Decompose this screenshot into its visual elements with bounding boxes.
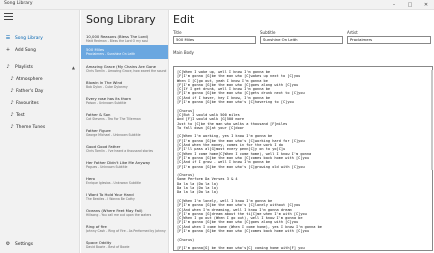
- nav-pane: ☰ Song Library + Add Song ♪ Playlists ▲ …: [0, 10, 80, 253]
- song-list-pane: Song Library 10,000 Reasons (Bless The L…: [81, 10, 169, 253]
- list-item-selected[interactable]: 500 Miles Proclaimers - Sunshine On Leit…: [81, 45, 168, 59]
- list-item[interactable]: Amazing Grace (My Chains Are Gone Chris …: [81, 62, 168, 76]
- playlist-item[interactable]: ♪ Favourites: [0, 98, 80, 109]
- main-body-text: [C]When I wake up, well I know I'm gonna…: [177, 70, 322, 251]
- subtitle-field[interactable]: Sunshine On Leith: [260, 36, 343, 44]
- playlist-item-label: Atmosphere: [16, 77, 43, 82]
- song-subtitle: Enrique Iglesias - Unknown Subtitle: [86, 181, 141, 185]
- playlist-item-label: Theme Tunes: [16, 125, 46, 130]
- song-subtitle: Proclaimers - Sunshine On Leith: [86, 52, 136, 56]
- playlist-item-label: Favourites: [16, 101, 39, 106]
- artist-field[interactable]: Proclaimers: [347, 36, 431, 44]
- song-subtitle: The Beatles - I Wanna Be Cathy: [86, 197, 135, 201]
- settings-icon: ⚙: [5, 241, 11, 247]
- title-field[interactable]: 500 Miles: [173, 36, 256, 44]
- add-icon: +: [5, 47, 11, 53]
- song-subtitle: Matt Redman - Bless the Lord O my soul: [86, 39, 149, 43]
- subtitle-label: Subtitle: [260, 30, 276, 35]
- list-item[interactable]: Good Good Father Chris Tomlin - I've hea…: [81, 142, 168, 156]
- song-subtitle: Cat Stevens - Tea For The Tillerman: [86, 117, 141, 121]
- playlist-icon: ♪: [10, 124, 14, 130]
- list-item[interactable]: I Want To Hold Your Hand The Beatles - I…: [81, 190, 168, 204]
- list-item[interactable]: Oceans (Where Feet May Fail) Hillsong - …: [81, 206, 168, 220]
- playlist-icon: ♪: [10, 88, 14, 94]
- nav-playlists[interactable]: ♪ Playlists ▲: [0, 62, 80, 73]
- playlist-icon: ♪: [6, 64, 10, 70]
- song-subtitle: Pogues - Unknown Subtitle: [86, 165, 128, 169]
- list-item[interactable]: Every rose has its thorn Poison - Unknow…: [81, 94, 168, 108]
- nav-playlists-label: Playlists: [15, 65, 33, 70]
- list-item[interactable]: 10,000 Reasons (Bless The Lord) Matt Red…: [81, 32, 168, 46]
- song-subtitle: George Michael - Unknown Subtitle: [86, 133, 141, 137]
- chevron-up-icon[interactable]: ▲: [72, 62, 75, 73]
- nav-song-library-label: Song Library: [15, 36, 43, 41]
- list-item[interactable]: Father Figure George Michael - Unknown S…: [81, 126, 168, 140]
- main-body-label: Main Body: [173, 50, 194, 55]
- playlist-item[interactable]: ♪ Atmosphere: [0, 74, 80, 85]
- song-subtitle: Chris Tomlin - I've heard a thousand sto…: [86, 149, 153, 153]
- main-body-textarea[interactable]: [C]When I wake up, well I know I'm gonna…: [173, 66, 433, 251]
- nav-settings[interactable]: ⚙ Settings: [0, 239, 80, 250]
- song-subtitle: Bob Dylan - Cube Dylanmy: [86, 85, 128, 89]
- minimize-button[interactable]: –: [386, 0, 402, 10]
- list-item[interactable]: Space Oddity David Bowie - Best of Bowie: [81, 238, 168, 252]
- playlist-item[interactable]: ♪ Test: [0, 110, 80, 121]
- hamburger-icon[interactable]: [4, 13, 13, 21]
- maximize-button[interactable]: □: [402, 0, 418, 10]
- scrollbar[interactable]: [431, 70, 433, 170]
- page-title: Song Library: [86, 13, 156, 26]
- edit-heading: Edit: [173, 13, 195, 26]
- playlist-item-label: Test: [16, 113, 25, 118]
- title-bar: Song Library – □ ✕: [0, 0, 434, 10]
- playlist-item[interactable]: ♪ Father's Day: [0, 86, 80, 97]
- playlist-icon: ♪: [10, 112, 14, 118]
- playlist-icon: ♪: [10, 76, 14, 82]
- playlist-item[interactable]: ♪ Theme Tunes: [0, 122, 80, 133]
- list-item[interactable]: Blowin In The Wind Bob Dylan - Cube Dyla…: [81, 78, 168, 92]
- song-subtitle: Johnny Cash - Ring of Fire - As Performe…: [86, 229, 166, 233]
- playlist-item-label: Father's Day: [16, 89, 44, 94]
- library-icon: ☰: [5, 35, 11, 41]
- close-button[interactable]: ✕: [418, 0, 434, 10]
- nav-song-library[interactable]: ☰ Song Library: [0, 33, 80, 44]
- list-item[interactable]: Hero Enrique Iglesias - Unknown Subtitle: [81, 174, 168, 188]
- edit-pane: Edit Title 500 Miles Subtitle Sunshine O…: [170, 10, 434, 253]
- song-subtitle: Poison - Unknown Subtitle: [86, 101, 127, 105]
- title-label: Title: [173, 30, 182, 35]
- song-subtitle: David Bowie - Best of Bowie: [86, 245, 130, 249]
- list-item[interactable]: Father & Son Cat Stevens - Tea For The T…: [81, 110, 168, 124]
- song-subtitle: Hillsong - You call me out upon the wate…: [86, 213, 152, 217]
- nav-add-song-label: Add Song: [15, 48, 36, 53]
- nav-add-song[interactable]: + Add Song: [0, 45, 80, 56]
- list-item[interactable]: Her Father Didn't Like Me Anyway Pogues …: [81, 158, 168, 172]
- list-item[interactable]: Ring of fire Johnny Cash - Ring of Fire …: [81, 222, 168, 236]
- playlist-icon: ♪: [10, 100, 14, 106]
- window-title: Song Library: [4, 1, 33, 6]
- song-subtitle: Chris Tomlin - Amazing Grace, how sweet …: [86, 69, 167, 73]
- nav-settings-label: Settings: [15, 242, 34, 247]
- artist-label: Artist: [347, 30, 358, 35]
